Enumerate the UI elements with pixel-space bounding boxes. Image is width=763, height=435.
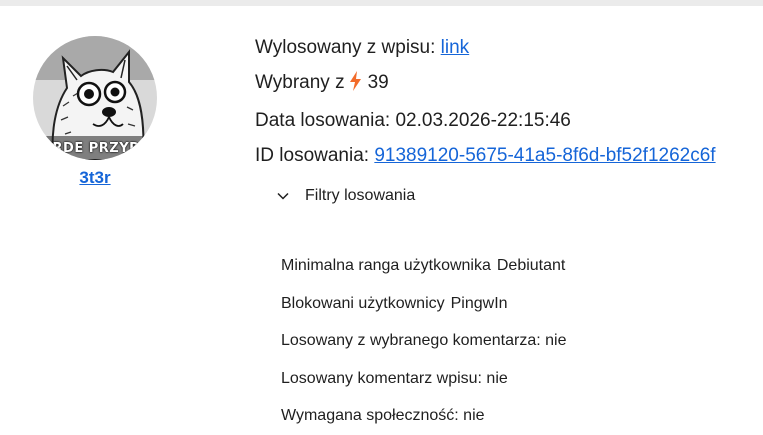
avatar[interactable]: URDE PRZYPA [33,36,157,160]
from-entry-row: Wylosowany z wpisu: link [255,30,716,65]
draw-details: Wylosowany z wpisu: link Wybrany z 39 Dat… [255,30,716,173]
filter-value: Debiutant [496,257,566,274]
filter-label: Wymagana społeczność: nie [281,407,485,424]
draw-id-link[interactable]: 91389120-5675-41a5-8f6d-bf52f1262c6f [374,145,715,166]
username-link[interactable]: 3t3r [33,168,157,188]
filter-item: Minimalna ranga użytkownika Debiutant [281,247,567,285]
filter-item: Losowany komentarz wpisu: nie [281,360,567,398]
filter-item: Blokowani użytkownicy PingwIn [281,285,567,323]
filter-label: Blokowani użytkownicy [281,294,445,312]
from-entry-link[interactable]: link [441,37,470,58]
filter-list: Minimalna ranga użytkownika Debiutant Blo… [281,247,567,435]
filter-label: Losowany z wybranego komentarza: nie [281,332,567,349]
avatar-caption: URDE PRZYPA [41,141,149,156]
filter-item: Losowany z wybranego komentarza: nie [281,322,567,360]
filters-toggle[interactable]: Filtry losowania [276,181,415,211]
filter-label: Minimalna ranga użytkownika [281,257,491,274]
date-row: Data losowania: 02.03.2026-22:15:46 [255,103,716,138]
chevron-down-icon [276,189,290,203]
filters-section: Filtry losowania Minimalna ranga użytkow… [276,181,567,424]
filters-title: Filtry losowania [305,187,416,204]
from-entry-label: Wylosowany z wpisu: [255,37,436,58]
date-label: Data losowania: [255,110,391,131]
filter-label: Losowany komentarz wpisu: nie [281,369,508,387]
id-label: ID losowania: [255,145,370,166]
user-panel: URDE PRZYPA 3t3r [33,36,158,188]
date-value: 02.03.2026-22:15:46 [395,110,571,131]
chosen-from-row: Wybrany z 39 [255,65,716,103]
top-border [0,0,763,6]
chosen-from-label: Wybrany z [255,72,345,93]
lightning-bolt-icon [349,68,362,103]
filter-value: PingwIn [450,294,508,312]
id-row: ID losowania: 91389120-5675-41a5-8f6d-bf… [255,138,716,173]
chosen-from-count: 39 [367,72,389,93]
